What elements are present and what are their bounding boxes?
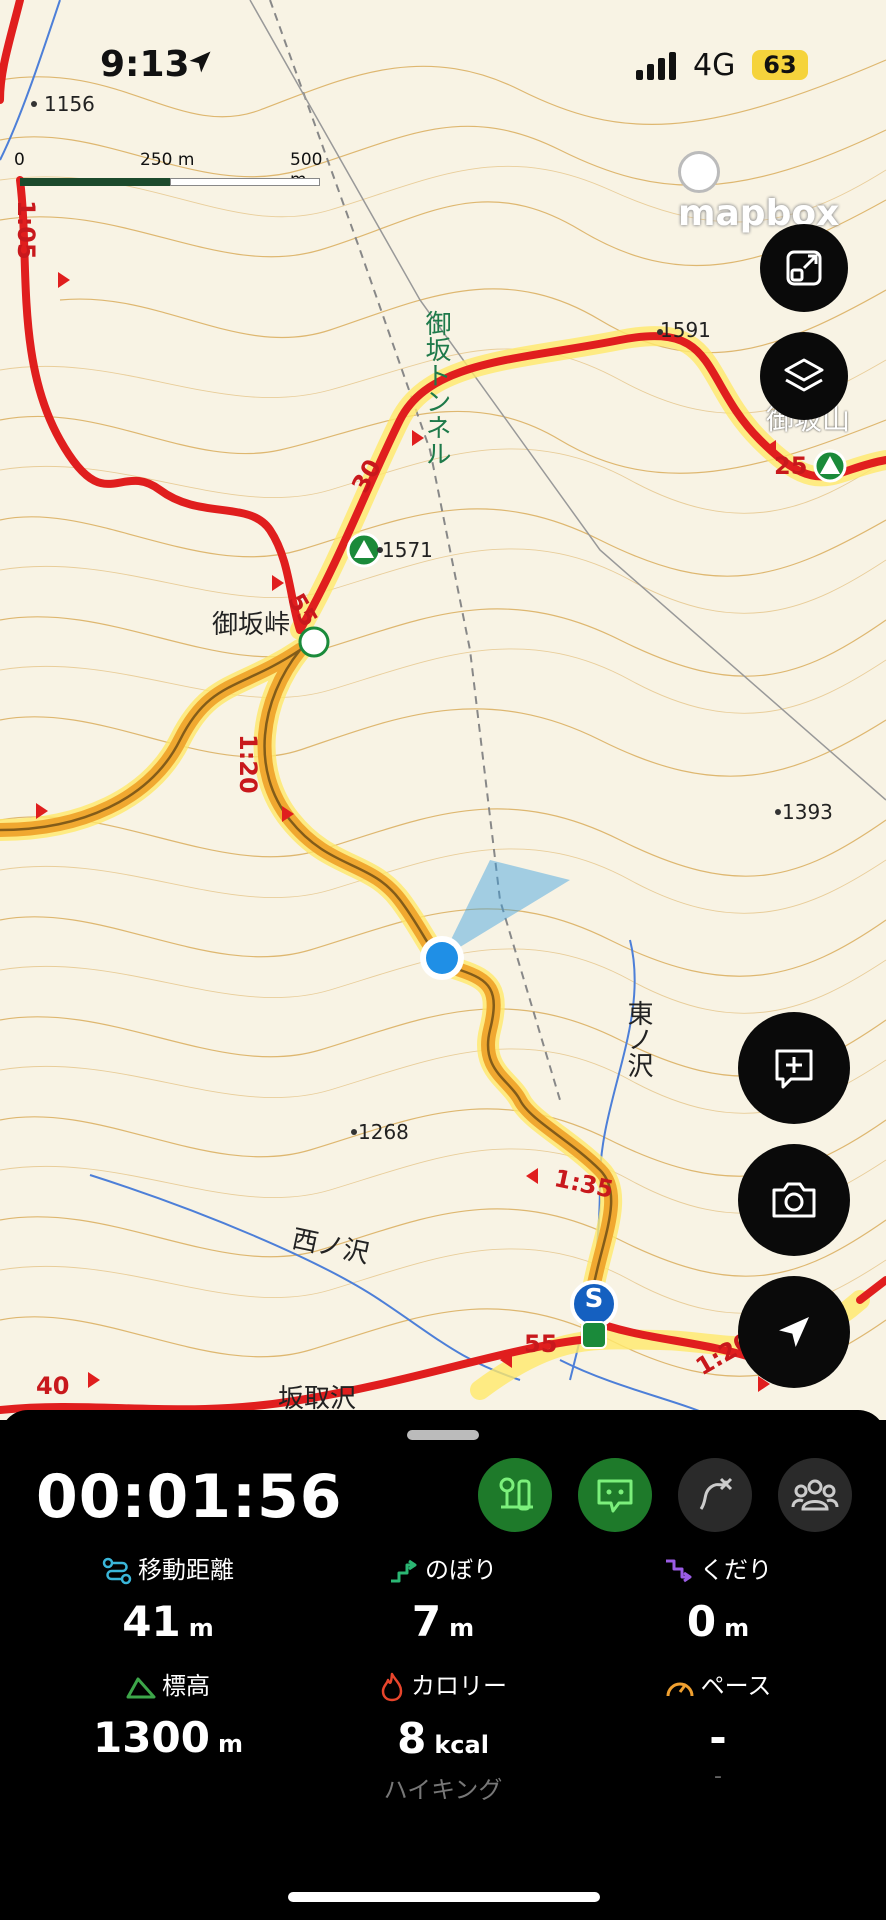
navigation-arrow-icon — [779, 1317, 809, 1347]
camera-icon — [772, 1182, 816, 1218]
speedometer-icon — [666, 1682, 694, 1697]
expand-icon — [786, 250, 822, 286]
stat-descent: くだり 0m — [578, 1550, 858, 1646]
route-icon — [102, 1557, 132, 1585]
current-location-button[interactable] — [738, 1276, 850, 1388]
location-arrow-icon — [189, 51, 211, 73]
map-label-place: 御坂トンネル — [421, 310, 451, 466]
course-off-icon — [699, 1477, 733, 1510]
scale-bar-dark — [20, 178, 170, 186]
layers-icon — [784, 358, 824, 392]
stat-calories-label-row: カロリー — [303, 1666, 583, 1702]
stat-distance-unit: m — [188, 1614, 214, 1642]
stat-distance-value: 41 — [122, 1597, 181, 1646]
panel-drag-handle[interactable] — [407, 1430, 479, 1440]
map-label-elevation: 1591 — [660, 318, 711, 342]
map-label-elevation: 1393 — [782, 800, 833, 824]
mapbox-logo: mapbox — [678, 150, 886, 234]
activity-panel[interactable]: 00:01:56 移動距離 41 m のぼり 7m くだり 0m 標高 1300 m… — [0, 1410, 886, 1920]
map-label-place: 御坂峠 — [212, 610, 291, 640]
stat-distance-label: 移動距離 — [138, 1556, 234, 1584]
status-bar: 9:13 4G 63 — [0, 0, 886, 120]
map-scale-bar: 0 250 m 500 m — [14, 150, 324, 190]
scale-bar-light — [170, 178, 320, 186]
start-marker[interactable]: S — [582, 1284, 606, 1314]
layers-button[interactable] — [760, 332, 848, 420]
stat-calories-label: カロリー — [411, 1672, 507, 1700]
stat-elevation-label-row: 標高 — [28, 1666, 308, 1701]
flame-icon — [381, 1672, 403, 1702]
route-planner-icon — [499, 1477, 533, 1511]
scale-label-mid: 250 m — [140, 150, 195, 170]
stat-pace-label-row: ペース — [578, 1666, 858, 1701]
stat-pace-label: ペース — [700, 1672, 772, 1700]
stat-ascent-unit: m — [449, 1614, 475, 1642]
map-label-elevation: 1571 — [382, 538, 433, 562]
stat-elevation-label: 標高 — [162, 1672, 210, 1700]
stat-calories-value: 8 — [397, 1714, 427, 1763]
signal-icon — [636, 52, 676, 80]
mapbox-logo-icon — [678, 151, 720, 193]
map-label-time: 1:05 — [12, 200, 40, 260]
ascent-icon — [391, 1559, 417, 1583]
group-icon — [791, 1479, 839, 1511]
map-label-time: 25 — [774, 452, 808, 480]
map-label-time: 1:20 — [234, 734, 262, 794]
stat-ascent-label-row: のぼり — [303, 1550, 583, 1585]
camera-button[interactable] — [738, 1144, 850, 1256]
home-indicator[interactable] — [288, 1892, 600, 1902]
mountain-icon — [126, 1677, 156, 1699]
scale-label-zero: 0 — [14, 150, 25, 170]
chat-icon — [597, 1479, 633, 1513]
map-label-elevation: 1156 — [44, 92, 95, 116]
stat-ascent: のぼり 7m — [303, 1550, 583, 1646]
status-time: 9:13 — [100, 44, 190, 85]
chat-button[interactable] — [578, 1458, 652, 1532]
elapsed-timer: 00:01:56 — [36, 1462, 343, 1532]
stat-descent-label: くだり — [700, 1556, 772, 1584]
activity-type: ハイキング — [383, 1776, 503, 1804]
map-label-elevation: 1268 — [358, 1120, 409, 1144]
stat-distance: 移動距離 41 m — [28, 1550, 308, 1646]
add-comment-icon — [775, 1049, 813, 1089]
fullscreen-button[interactable] — [760, 224, 848, 312]
descent-icon — [666, 1559, 692, 1583]
battery-indicator: 63 — [752, 50, 808, 80]
stat-distance-label-row: 移動距離 — [28, 1550, 308, 1585]
group-button[interactable] — [778, 1458, 852, 1532]
course-off-button[interactable] — [678, 1458, 752, 1532]
stat-ascent-value: 7 — [411, 1597, 442, 1646]
stat-elevation-value: 1300 — [93, 1713, 210, 1762]
stat-descent-unit: m — [724, 1614, 750, 1642]
stat-elevation-unit: m — [217, 1730, 243, 1758]
map-label-time: 55 — [524, 1330, 558, 1358]
stat-calories-unit: kcal — [434, 1731, 489, 1759]
stat-calories: カロリー 8 kcal — [303, 1666, 583, 1763]
stat-descent-label-row: くだり — [578, 1550, 858, 1585]
stat-elevation: 標高 1300 m — [28, 1666, 308, 1762]
route-planner-button[interactable] — [478, 1458, 552, 1532]
add-memo-button[interactable] — [738, 1012, 850, 1124]
map-label-time: 40 — [36, 1372, 70, 1400]
network-type: 4G — [693, 48, 736, 83]
topographic-map[interactable]: 9:13 4G 63 0 250 m 500 m mapbox 1156 159… — [0, 0, 886, 1420]
map-label-place: 東ノ沢 — [623, 1000, 653, 1078]
stat-ascent-label: のぼり — [425, 1556, 497, 1584]
stat-pace-value: - — [709, 1713, 727, 1762]
stat-descent-value: 0 — [686, 1597, 717, 1646]
